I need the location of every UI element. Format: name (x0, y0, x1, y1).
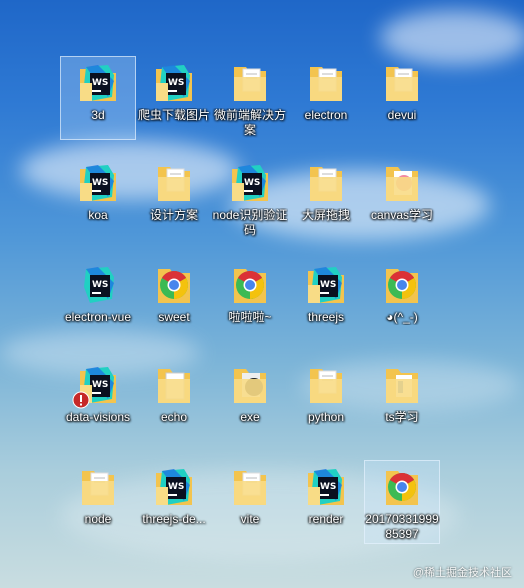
desktop-icon-label: data-visions (65, 410, 131, 424)
desktop-icon[interactable]: echo (136, 358, 212, 442)
desktop-icon-label: ◕(^_-) (386, 310, 418, 324)
folder-icon (382, 61, 422, 105)
desktop-icon-label: node识别验证码 (212, 208, 288, 237)
desktop-icon[interactable]: canvas学习 (364, 156, 440, 240)
desktop-icon-label: electron (304, 108, 348, 122)
desktop-icon-label: 2017033199985397 (365, 512, 439, 541)
svg-text:WS: WS (168, 482, 184, 492)
folder-icon (230, 61, 270, 105)
folder-icon (230, 363, 270, 407)
folder-icon (382, 161, 422, 205)
desktop-icon-label: koa (88, 208, 108, 222)
desktop-icon[interactable]: WS koa (60, 156, 136, 240)
folder-icon (306, 161, 346, 205)
desktop-icon[interactable]: exe (212, 358, 288, 442)
webstorm-folder-icon: WS (78, 61, 118, 105)
svg-text:WS: WS (168, 78, 184, 88)
webstorm-folder-icon: WS (230, 161, 270, 205)
svg-text:WS: WS (244, 178, 260, 188)
desktop-icon[interactable]: ts学习 (364, 358, 440, 442)
desktop-icon-label: exe (240, 410, 260, 424)
desktop-icon[interactable]: WS 爬虫下载图片 (136, 56, 212, 140)
chrome-folder-icon (382, 465, 422, 509)
desktop-icon[interactable]: WS threejs-de... (136, 460, 212, 544)
desktop: WS 3d WS 爬虫下载图片 微前端解决方案 electron devui WS koa 设计方… (0, 0, 524, 588)
desktop-icon[interactable]: 2017033199985397 (364, 460, 440, 544)
desktop-icon[interactable]: WS render (288, 460, 364, 544)
desktop-icon[interactable]: devui (364, 56, 440, 140)
desktop-icon[interactable]: WS node识别验证码 (212, 156, 288, 240)
watermark: @稀土掘金技术社区 (412, 567, 512, 579)
folder-icon (382, 363, 422, 407)
error-badge-icon (72, 391, 90, 409)
desktop-icon-label: devui (387, 108, 417, 122)
desktop-icon[interactable]: WS 3d (60, 56, 136, 140)
desktop-icon-label: 3d (91, 108, 105, 122)
desktop-icon-label: node (84, 512, 112, 526)
chrome-folder-icon (154, 263, 194, 307)
desktop-icon[interactable]: python (288, 358, 364, 442)
webstorm-folder-icon: WS (306, 465, 346, 509)
webstorm-folder-icon: WS (72, 363, 118, 409)
desktop-icon[interactable]: 啦啦啦~ (212, 258, 288, 342)
desktop-icon[interactable]: 设计方案 (136, 156, 212, 240)
chrome-folder-icon (230, 263, 270, 307)
svg-text:WS: WS (92, 280, 108, 290)
desktop-icon[interactable]: node (60, 460, 136, 544)
webstorm-folder-icon: WS (78, 161, 118, 205)
svg-text:WS: WS (92, 78, 108, 88)
desktop-icon-label: python (307, 410, 345, 424)
svg-text:WS: WS (92, 380, 108, 390)
svg-text:WS: WS (92, 178, 108, 188)
folder-icon (154, 363, 194, 407)
desktop-icon-label: 啦啦啦~ (228, 310, 272, 324)
folder-icon (306, 61, 346, 105)
desktop-icon-label: render (308, 512, 344, 526)
desktop-icon[interactable]: 微前端解决方案 (212, 56, 288, 140)
folder-icon (78, 465, 118, 509)
webstorm-folder-icon: WS (154, 465, 194, 509)
folder-icon (306, 363, 346, 407)
chrome-folder-icon (382, 263, 422, 307)
desktop-icon-label: echo (160, 410, 188, 424)
svg-text:WS: WS (320, 280, 336, 290)
desktop-icon[interactable]: WS threejs (288, 258, 364, 342)
webstorm-folder-icon: WS (154, 61, 194, 105)
desktop-icon[interactable]: WS electron-vue (60, 258, 136, 342)
desktop-icon[interactable]: ◕(^_-) (364, 258, 440, 342)
webstorm-icon: WS (78, 263, 118, 307)
webstorm-folder-icon: WS (306, 263, 346, 307)
desktop-icon-label: 设计方案 (149, 208, 198, 222)
folder-icon (230, 465, 270, 509)
svg-text:WS: WS (320, 482, 336, 492)
desktop-icon-label: ts学习 (385, 410, 419, 424)
desktop-icon[interactable]: vite (212, 460, 288, 544)
desktop-icon-label: 大屏拖拽 (301, 208, 350, 222)
desktop-icon-label: threejs-de... (142, 512, 206, 526)
desktop-icon-label: 微前端解决方案 (213, 108, 286, 137)
folder-icon (154, 161, 194, 205)
desktop-icon-label: 爬虫下载图片 (137, 108, 210, 122)
desktop-icon-label: canvas学习 (370, 208, 434, 222)
desktop-icon[interactable]: WS data-visions (60, 358, 136, 442)
desktop-icon-label: electron-vue (64, 310, 132, 324)
desktop-icon[interactable]: 大屏拖拽 (288, 156, 364, 240)
desktop-icon-label: threejs (307, 310, 345, 324)
desktop-icon[interactable]: sweet (136, 258, 212, 342)
desktop-icon-label: sweet (158, 310, 190, 324)
desktop-icon[interactable]: electron (288, 56, 364, 140)
desktop-icon-label: vite (240, 512, 260, 526)
